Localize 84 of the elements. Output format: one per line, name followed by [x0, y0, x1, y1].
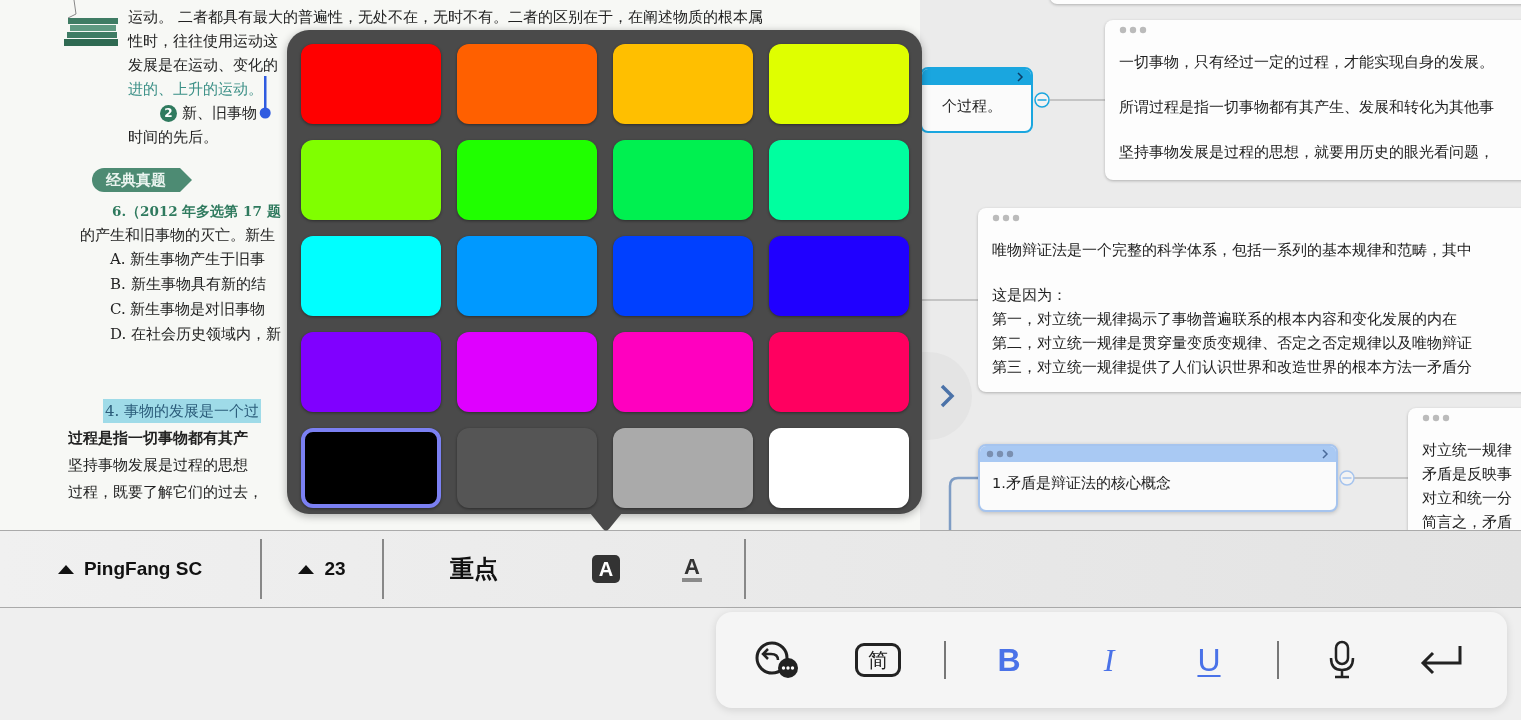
note-text: 第一，对立统一规律揭示了事物普遍联系的根本内容和变化发展的内在: [992, 310, 1458, 329]
color-swatch[interactable]: [301, 428, 441, 508]
text-line: 发展是在运动、变化的: [128, 55, 278, 76]
note-card[interactable]: 一切事物，只有经过一定的过程，才能实现自身的发展。 所谓过程是指一切事物都有其产生、发展和转化为其他事 坚持事物发展是过程的思想，就要用历史的眼光看问题，: [1105, 20, 1521, 180]
text-line: 时间的先后。: [128, 127, 218, 148]
more-icon[interactable]: [1119, 26, 1147, 34]
question-title: 6.（2012 年多选第 17 题: [112, 202, 281, 221]
topic-text: 1.矛盾是辩证法的核心概念: [991, 474, 1172, 493]
note-text: 对立和统一分: [1422, 489, 1513, 508]
color-swatch[interactable]: [301, 44, 441, 124]
color-swatch[interactable]: [769, 236, 909, 316]
microphone-icon[interactable]: [1327, 640, 1357, 680]
color-swatch[interactable]: [457, 332, 597, 412]
section-label: 经典真题: [92, 168, 192, 192]
return-icon[interactable]: [1420, 643, 1464, 677]
more-icon[interactable]: [986, 450, 1014, 458]
note-text: 第二，对立统一规律是贯穿量变质变规律、否定之否定规律以及唯物辩证: [992, 334, 1473, 353]
connector-line: [948, 476, 978, 530]
answer-option: C. 新生事物是对旧事物: [110, 297, 266, 322]
answer-option: D. 在社会历史领域内，新: [110, 322, 282, 347]
connector-line: [920, 299, 979, 301]
text-color-button[interactable]: A: [592, 555, 620, 583]
color-swatch[interactable]: [301, 140, 441, 220]
text-line: 性时，往往使用运动这: [128, 31, 278, 52]
more-icon[interactable]: [992, 214, 1020, 222]
chevron-right-icon[interactable]: [1015, 72, 1025, 82]
collapse-icon[interactable]: [1339, 470, 1355, 486]
highlight-button[interactable]: 重点: [444, 549, 504, 589]
text-line: 运动。 二者都具有最大的普遍性，无处不在，无时不有。二者的区别在于，在阐述物质的根本属: [128, 7, 763, 28]
chevron-right-icon: [938, 383, 956, 409]
color-swatch[interactable]: [613, 332, 753, 412]
more-icon[interactable]: [1422, 414, 1450, 422]
highlighted-heading: 4. 事物的发展是一个过: [103, 399, 262, 423]
font-button[interactable]: PingFang SC: [51, 554, 209, 584]
caret-up-icon: [298, 564, 315, 574]
color-swatch[interactable]: [769, 140, 909, 220]
text-line: 的产生和旧事物的灭亡。新生: [80, 225, 275, 246]
step-text: 新、旧事物: [182, 103, 257, 124]
note-text: 矛盾是反映事: [1422, 465, 1513, 484]
color-swatch[interactable]: [457, 428, 597, 508]
color-swatch[interactable]: [613, 44, 753, 124]
text-line: 过程是指一切事物都有其产: [68, 428, 248, 449]
font-size-button[interactable]: 23: [292, 554, 352, 584]
italic-button[interactable]: I: [1099, 641, 1119, 679]
note-card[interactable]: 对立统一规律 矛盾是反映事 对立和统一分 简言之，矛盾: [1408, 408, 1521, 530]
note-text: 唯物辩证法是一个完整的科学体系，包括一系列的基本规律和范畴，其中: [992, 241, 1473, 260]
color-swatch[interactable]: [457, 140, 597, 220]
underline-color-button[interactable]: A: [682, 556, 702, 582]
color-swatch[interactable]: [301, 236, 441, 316]
color-swatch[interactable]: [613, 428, 753, 508]
connector-line: [1352, 477, 1409, 479]
caret-up-icon: [57, 564, 74, 574]
note-text: 对立统一规律: [1422, 441, 1513, 460]
number-badge: 2: [160, 104, 177, 122]
bold-button[interactable]: B: [993, 641, 1025, 679]
color-swatch[interactable]: [457, 236, 597, 316]
color-swatch[interactable]: [769, 428, 909, 508]
note-text: 简言之，矛盾: [1422, 513, 1513, 530]
underline-button[interactable]: U: [1193, 641, 1225, 679]
note-text: 第三，对立统一规律提供了人们认识世界和改造世界的根本方法一矛盾分: [992, 358, 1473, 377]
answer-option: A. 新生事物产生于旧事: [110, 247, 266, 272]
connector-line: [1049, 99, 1106, 101]
topic-node[interactable]: 1.矛盾是辩证法的核心概念: [978, 444, 1338, 512]
text-cursor[interactable]: [259, 76, 271, 120]
note-text: 一切事物，只有经过一定的过程，才能实现自身的发展。: [1119, 53, 1495, 72]
answer-option: B. 新生事物具有新的结: [110, 272, 266, 297]
chevron-right-icon[interactable]: [1320, 449, 1330, 459]
color-swatch[interactable]: [457, 44, 597, 124]
text-line: 坚持事物发展是过程的思想: [68, 455, 248, 476]
color-swatch[interactable]: [613, 140, 753, 220]
note-text: 所谓过程是指一切事物都有其产生、发展和转化为其他事: [1119, 98, 1495, 117]
note-text: 这是因为：: [992, 286, 1068, 305]
topic-text: 个过程。: [941, 97, 1003, 116]
color-swatch[interactable]: [613, 236, 753, 316]
color-swatch[interactable]: [769, 332, 909, 412]
note-card[interactable]: 唯物辩证法是一个完整的科学体系，包括一系列的基本规律和范畴，其中 这是因为： 第一，对立统一规律揭示了事物普遍联系的根本内容和变化发展的内在 第二，对立统一规律是贯穿量变质变规律、否定之否定规律以及唯物辩证 第三，对立统一规律提供了人们认识世界和改造世界的根本方法一矛盾分: [978, 208, 1521, 392]
color-swatch[interactable]: [769, 44, 909, 124]
collapse-icon[interactable]: [1034, 92, 1050, 108]
simplified-chinese-button[interactable]: 简: [855, 643, 901, 677]
color-swatch[interactable]: [301, 332, 441, 412]
text-line: 进的、上升的运动。: [128, 79, 263, 100]
topic-node[interactable]: 个过程。: [920, 67, 1033, 133]
text-line: 过程，既要了解它们的过去，: [68, 482, 263, 503]
note-text: 坚持事物发展是过程的思想，就要用历史的眼光看问题，: [1119, 143, 1495, 162]
